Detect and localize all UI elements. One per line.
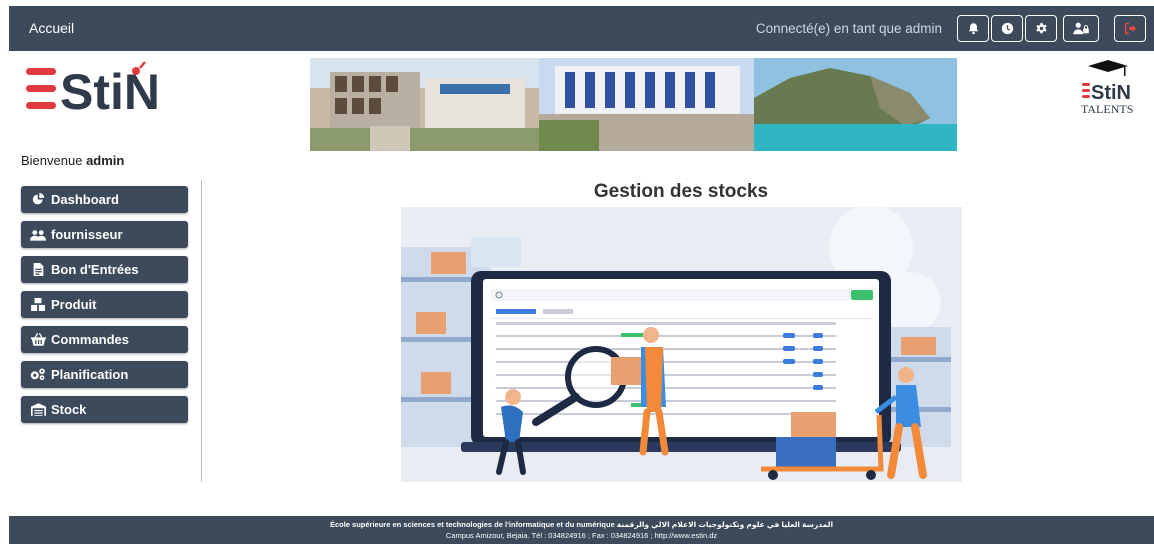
sidebar-item-produit[interactable]: Produit bbox=[21, 291, 188, 318]
estin-talents-logo: StiN TALENTS bbox=[1081, 60, 1133, 116]
basket-icon bbox=[30, 333, 46, 347]
sidebar-menu: Dashboard fournisseur Bon d'Entrées Prod… bbox=[21, 186, 188, 431]
sidebar-item-label: Produit bbox=[51, 297, 97, 312]
gear-icon bbox=[1035, 22, 1047, 34]
cogs-icon bbox=[30, 368, 46, 382]
footer-school-name: École supérieure en sciences et technolo… bbox=[329, 520, 834, 529]
campus-banner bbox=[310, 58, 957, 151]
chart-pie-icon bbox=[30, 193, 46, 207]
sidebar-item-label: Bon d'Entrées bbox=[51, 262, 139, 277]
notifications-button[interactable] bbox=[957, 15, 989, 42]
users-icon bbox=[30, 228, 46, 242]
sidebar-item-label: Commandes bbox=[51, 332, 130, 347]
page-title: Gestion des stocks bbox=[593, 181, 769, 202]
clock-icon bbox=[1001, 22, 1013, 35]
sidebar-item-bon-entrees[interactable]: Bon d'Entrées bbox=[21, 256, 188, 283]
svg-text:StiN: StiN bbox=[1091, 82, 1131, 104]
account-button[interactable] bbox=[1063, 15, 1099, 42]
boxes-icon bbox=[30, 298, 46, 312]
estin-logo: StiN bbox=[26, 61, 160, 118]
sidebar-item-label: Dashboard bbox=[51, 192, 119, 207]
sidebar-item-label: fournisseur bbox=[51, 227, 123, 242]
welcome-message: Bienvenue admin bbox=[21, 153, 124, 168]
history-button[interactable] bbox=[991, 15, 1023, 42]
warehouse-icon bbox=[30, 403, 46, 417]
sidebar-item-stock[interactable]: Stock bbox=[21, 396, 188, 423]
top-navbar: Accueil Connecté(e) en tant que admin bbox=[9, 6, 1154, 51]
sidebar-item-commandes[interactable]: Commandes bbox=[21, 326, 188, 353]
home-link[interactable]: Accueil bbox=[29, 20, 74, 36]
svg-text:TALENTS: TALENTS bbox=[1081, 102, 1133, 116]
sidebar-item-label: Stock bbox=[51, 402, 87, 417]
sidebar-item-planification[interactable]: Planification bbox=[21, 361, 188, 388]
footer-contact: Campus Amizour, Bejaia. Tél : 034824916 … bbox=[445, 531, 718, 540]
sidebar-item-dashboard[interactable]: Dashboard bbox=[21, 186, 188, 213]
stock-management-illustration bbox=[401, 207, 962, 482]
welcome-prefix: Bienvenue bbox=[21, 153, 83, 168]
sign-out-icon bbox=[1124, 22, 1136, 35]
sidebar-item-label: Planification bbox=[51, 367, 129, 382]
connected-user-text: Connecté(e) en tant que admin bbox=[755, 21, 942, 36]
sidebar-item-fournisseur[interactable]: fournisseur bbox=[21, 221, 188, 248]
svg-text:StiN: StiN bbox=[60, 64, 160, 118]
file-invoice-icon bbox=[30, 263, 46, 277]
bell-icon bbox=[968, 23, 978, 35]
sidebar-divider bbox=[201, 180, 202, 482]
logout-button[interactable] bbox=[1114, 15, 1146, 42]
settings-button[interactable] bbox=[1025, 15, 1057, 42]
user-lock-icon bbox=[1072, 22, 1089, 35]
welcome-username: admin bbox=[86, 153, 125, 168]
site-footer: École supérieure en sciences et technolo… bbox=[9, 516, 1154, 544]
